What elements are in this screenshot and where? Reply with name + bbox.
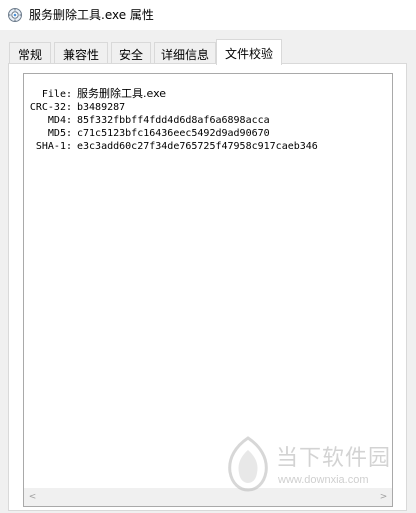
- label-md4: MD4:: [47, 115, 72, 126]
- properties-window: 服务删除工具.exe 属性 常规 兼容性 安全 详细信息 文件校验 File: …: [0, 0, 416, 513]
- window-title: 服务删除工具.exe 属性: [29, 8, 154, 22]
- tab-details[interactable]: 详细信息: [154, 42, 216, 63]
- value-crc32: b3489287: [77, 102, 126, 113]
- watermark-name: 当下软件园: [276, 446, 392, 471]
- scroll-left-arrow-icon[interactable]: <: [24, 489, 41, 506]
- row-crc32: CRC-32: b3489287: [24, 101, 390, 114]
- tab-compatibility[interactable]: 兼容性: [54, 42, 108, 63]
- watermark-logo-icon: [226, 436, 270, 492]
- tab-file-check[interactable]: 文件校验: [216, 39, 282, 65]
- row-md5: MD5: c71c5123bfc16436eec5492d9ad90670: [24, 127, 390, 140]
- title-bar[interactable]: 服务删除工具.exe 属性: [0, 0, 416, 30]
- tab-security[interactable]: 安全: [111, 42, 151, 63]
- value-file: 服务删除工具.exe: [77, 87, 167, 100]
- app-gear-icon: [7, 7, 23, 23]
- row-file: File: 服务删除工具.exe: [24, 87, 390, 101]
- value-md5: c71c5123bfc16436eec5492d9ad90670: [77, 128, 270, 139]
- row-md4: MD4: 85f332fbbff4fdd4d6d8af6a6898acca: [24, 114, 390, 127]
- row-sha1: SHA-1: e3c3add60c27f34de765725f47958c917…: [24, 140, 390, 153]
- value-sha1: e3c3add60c27f34de765725f47958c917caeb346: [77, 141, 318, 152]
- tab-general[interactable]: 常规: [9, 42, 51, 63]
- value-md4: 85f332fbbff4fdd4d6d8af6a6898acca: [77, 115, 270, 126]
- label-crc32: CRC-32:: [29, 102, 72, 113]
- watermark-url: www.downxia.com: [278, 474, 369, 486]
- label-md5: MD5:: [47, 128, 72, 139]
- watermark: 当下软件园 www.downxia.com: [222, 430, 402, 500]
- label-file: File:: [41, 89, 72, 100]
- label-sha1: SHA-1:: [35, 141, 72, 152]
